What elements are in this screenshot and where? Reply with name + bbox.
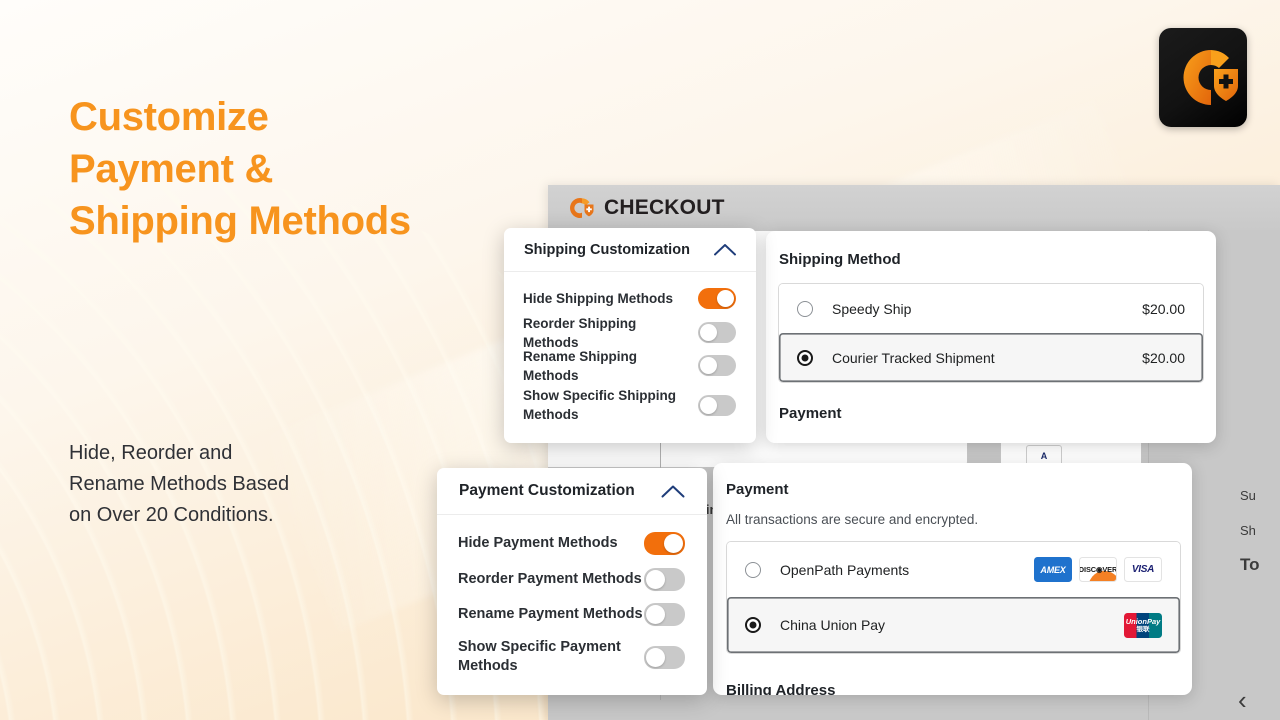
toggle-rename-shipping-methods[interactable] — [698, 355, 736, 376]
row-hide-shipping-methods[interactable]: Hide Shipping Methods — [504, 280, 756, 316]
subhead-line-1: Hide, Reorder and — [69, 442, 233, 464]
toggle-hide-shipping-methods[interactable] — [698, 287, 736, 309]
payment-option-label: OpenPath Payments — [780, 561, 910, 578]
headline-line-1: Customize — [69, 95, 269, 139]
checkout-plus-app-icon — [1183, 50, 1238, 105]
shipping-customization-header[interactable]: Shipping Customization — [504, 228, 756, 272]
row-show-specific-shipping-methods[interactable]: Show Specific Shipping Methods — [504, 382, 756, 428]
ghost-text-subtotal: Su — [1240, 488, 1256, 503]
toggle-hide-payment-methods[interactable] — [644, 531, 685, 555]
page-title: Customize Payment & Shipping Methods — [69, 91, 539, 247]
toggle-knob — [646, 647, 665, 667]
toggle-knob — [700, 396, 717, 414]
toggle-reorder-payment-methods[interactable] — [644, 568, 685, 591]
billing-address-heading: Billing Address — [726, 682, 836, 695]
radio-speedy-ship[interactable] — [797, 300, 813, 317]
payment-heading-secondary: Payment — [779, 405, 842, 422]
toggle-knob — [717, 289, 734, 307]
row-label: Show Specific Shipping Methods — [523, 388, 677, 422]
shipping-option-speedy-ship[interactable]: Speedy Ship $20.00 — [779, 284, 1203, 333]
toggle-reorder-shipping-methods[interactable] — [698, 322, 736, 343]
payment-customization-header[interactable]: Payment Customization — [437, 468, 707, 515]
payment-option-openpath-payments[interactable]: OpenPath Payments AMEX DISC◉VER VISA — [727, 542, 1180, 597]
row-rename-payment-methods[interactable]: Rename Payment Methods — [437, 597, 707, 632]
row-label: Hide Shipping Methods — [523, 290, 673, 306]
app-window-titlebar: CHECKOUT — [548, 185, 1280, 230]
row-label: Rename Payment Methods — [458, 606, 643, 622]
payment-customization-panel: Payment Customization Hide Payment Metho… — [437, 468, 707, 695]
app-window-title: CHECKOUT — [604, 195, 725, 219]
discover-icon: DISC◉VER — [1079, 557, 1117, 582]
ghost-back-chevron-icon: ‹ — [1238, 685, 1247, 715]
toggle-knob — [700, 357, 717, 374]
amex-icon: AMEX — [1034, 557, 1072, 582]
radio-openpath-payments[interactable] — [745, 561, 761, 578]
chevron-up-icon[interactable] — [714, 243, 736, 256]
toggle-rename-payment-methods[interactable] — [644, 603, 685, 626]
toggle-show-specific-shipping-methods[interactable] — [698, 394, 736, 416]
chevron-up-icon[interactable] — [661, 484, 685, 498]
ghost-text-total: To — [1240, 555, 1260, 574]
toggle-knob — [646, 570, 665, 589]
shipping-method-options[interactable]: Speedy Ship $20.00 Courier Tracked Shipm… — [778, 283, 1204, 383]
unionpay-cn-label: 银联 — [1136, 625, 1150, 633]
payment-customization-rows: Hide Payment Methods Reorder Payment Met… — [437, 515, 707, 692]
toggle-show-specific-payment-methods[interactable] — [644, 645, 685, 669]
payment-option-china-union-pay[interactable]: China Union Pay UnionPay 银联 — [727, 597, 1180, 653]
row-label: Reorder Payment Methods — [458, 571, 642, 587]
toggle-knob — [646, 605, 665, 624]
discover-label: DISC◉VER — [1079, 565, 1117, 574]
payment-customization-title: Payment Customization — [459, 482, 635, 499]
shipping-option-label: Courier Tracked Shipment — [832, 349, 995, 366]
row-label: Rename Shipping Methods — [523, 348, 638, 383]
row-label: Hide Payment Methods — [458, 534, 618, 551]
app-icon-badge — [1159, 28, 1247, 127]
radio-courier-tracked-shipment[interactable] — [797, 349, 813, 366]
shipping-option-price: $20.00 — [1142, 349, 1185, 366]
payment-heading: Payment — [726, 481, 789, 498]
payment-option-label: China Union Pay — [780, 617, 886, 633]
shipping-option-label: Speedy Ship — [832, 300, 912, 317]
unionpay-icon: UnionPay 银联 — [1124, 612, 1162, 638]
shipping-option-courier-tracked-shipment[interactable]: Courier Tracked Shipment $20.00 — [779, 333, 1203, 382]
shipping-customization-panel: Shipping Customization Hide Shipping Met… — [504, 228, 756, 443]
shipping-method-card: Shipping Method Speedy Ship $20.00 Couri… — [766, 231, 1216, 443]
row-hide-payment-methods[interactable]: Hide Payment Methods — [437, 524, 707, 562]
payment-method-options[interactable]: OpenPath Payments AMEX DISC◉VER VISA Chi… — [726, 541, 1181, 654]
radio-china-union-pay[interactable] — [745, 617, 761, 633]
row-show-specific-payment-methods[interactable]: Show Specific Payment Methods — [437, 632, 707, 682]
checkout-plus-logo-icon — [565, 194, 595, 222]
headline-line-2: Payment & — [69, 147, 274, 191]
subhead-line-3: on Over 20 Conditions. — [69, 504, 274, 526]
visa-label: VISA — [1131, 564, 1155, 575]
card-brand-logos: UnionPay 银联 — [1124, 612, 1162, 638]
card-brand-logos: AMEX DISC◉VER VISA — [1034, 557, 1162, 582]
headline-line-3: Shipping Methods — [69, 199, 411, 243]
shipping-customization-rows: Hide Shipping Methods Reorder Shipping M… — [504, 272, 756, 438]
toggle-knob — [664, 533, 683, 553]
ghost-text-shipping: Sh — [1240, 523, 1256, 538]
payment-secure-notice: All transactions are secure and encrypte… — [726, 512, 979, 527]
amex-label: AMEX — [1040, 564, 1066, 575]
visa-icon: VISA — [1124, 557, 1162, 582]
row-rename-shipping-methods[interactable]: Rename Shipping Methods — [504, 348, 756, 383]
page-subtitle: Hide, Reorder and Rename Methods Based o… — [69, 438, 399, 531]
row-reorder-payment-methods[interactable]: Reorder Payment Methods — [437, 562, 707, 597]
shipping-customization-title: Shipping Customization — [524, 241, 690, 258]
shipping-option-price: $20.00 — [1142, 300, 1185, 317]
row-reorder-shipping-methods[interactable]: Reorder Shipping Methods — [504, 316, 756, 350]
toggle-knob — [700, 324, 717, 341]
subhead-line-2: Rename Methods Based — [69, 473, 290, 495]
row-label: Show Specific Payment Methods — [458, 639, 621, 674]
payment-card: Payment All transactions are secure and … — [713, 463, 1192, 695]
shipping-method-heading: Shipping Method — [779, 251, 901, 268]
unionpay-label: UnionPay — [1125, 616, 1161, 626]
